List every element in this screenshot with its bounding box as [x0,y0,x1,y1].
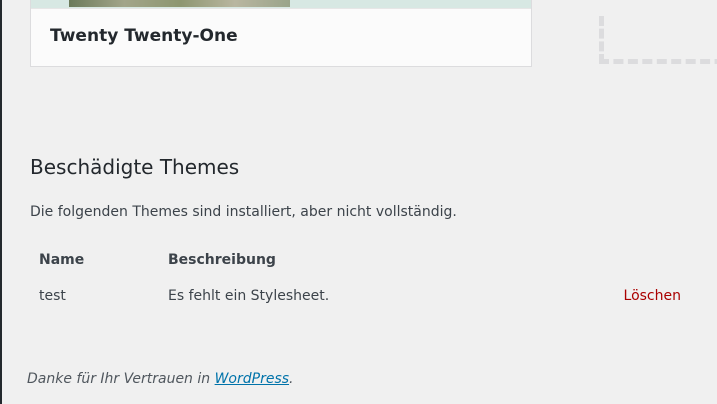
broken-theme-description: Es fehlt ein Stylesheet. [168,288,330,304]
broken-themes-heading: Beschädigte Themes [30,155,240,179]
theme-screenshot-image [69,0,290,7]
broken-theme-action-cell: Löschen [533,278,690,314]
column-header-description: Beschreibung [168,252,276,268]
footer-suffix: . [289,371,294,387]
add-new-theme-placeholder[interactable] [599,16,717,64]
footer-text: Danke für Ihr Vertrauen in [27,371,215,387]
theme-card[interactable]: Twenty Twenty-One [30,0,532,67]
theme-screenshot[interactable] [31,0,531,9]
broken-themes-table: Name Beschreibung test Es fehlt ein Styl… [30,242,690,314]
column-header-name: Name [39,252,85,268]
broken-themes-description: Die folgenden Themes sind installiert, a… [30,204,457,220]
admin-footer: Danke für Ihr Vertrauen in WordPress. [27,371,294,387]
admin-sidebar-edge [0,0,2,404]
table-header-row: Name Beschreibung [30,242,690,278]
column-header-action [533,242,690,278]
table-row: test Es fehlt ein Stylesheet. Löschen [30,278,690,314]
broken-theme-name: test [39,288,66,304]
wordpress-link[interactable]: WordPress [215,371,289,387]
theme-name: Twenty Twenty-One [50,26,238,46]
delete-theme-link[interactable]: Löschen [624,288,681,304]
